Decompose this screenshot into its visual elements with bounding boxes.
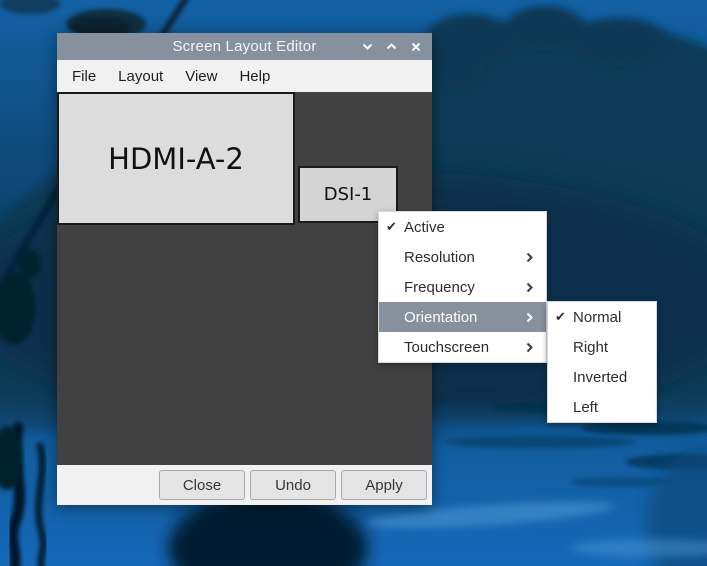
desktop: Screen Layout Editor File Layout View He… — [0, 0, 707, 566]
submenu-arrow-icon — [526, 342, 533, 353]
menu-file[interactable]: File — [61, 60, 107, 92]
orientation-submenu: ✔ Normal Right Inverted Left — [547, 301, 657, 423]
submenu-item-normal[interactable]: ✔ Normal — [548, 302, 656, 332]
check-icon: ✔ — [555, 310, 573, 325]
close-icon[interactable] — [408, 39, 423, 54]
menu-item-orientation[interactable]: Orientation — [379, 302, 546, 332]
minimize-icon[interactable] — [360, 39, 375, 54]
submenu-arrow-icon — [526, 282, 533, 293]
submenu-arrow-icon — [526, 252, 533, 263]
menu-help[interactable]: Help — [228, 60, 281, 92]
submenu-arrow-icon — [526, 312, 533, 323]
undo-button[interactable]: Undo — [250, 470, 336, 500]
submenu-item-inverted[interactable]: Inverted — [548, 362, 656, 392]
window-controls — [360, 33, 423, 60]
display-label: HDMI-A-2 — [108, 142, 244, 176]
menu-layout[interactable]: Layout — [107, 60, 174, 92]
menu-view[interactable]: View — [174, 60, 228, 92]
titlebar[interactable]: Screen Layout Editor — [57, 33, 432, 60]
apply-button[interactable]: Apply — [341, 470, 427, 500]
check-icon: ✔ — [386, 220, 404, 235]
display-label: DSI-1 — [324, 184, 373, 205]
button-bar: Close Undo Apply — [57, 465, 432, 505]
menubar: File Layout View Help — [57, 60, 432, 92]
maximize-icon[interactable] — [384, 39, 399, 54]
submenu-item-right[interactable]: Right — [548, 332, 656, 362]
screen-layout-editor-window: Screen Layout Editor File Layout View He… — [57, 33, 432, 505]
display-context-menu: ✔ Active Resolution Frequency Orientatio… — [378, 211, 547, 363]
submenu-item-left[interactable]: Left — [548, 392, 656, 422]
menu-item-touchscreen[interactable]: Touchscreen — [379, 332, 546, 362]
menu-item-resolution[interactable]: Resolution — [379, 242, 546, 272]
close-button[interactable]: Close — [159, 470, 245, 500]
menu-item-active[interactable]: ✔ Active — [379, 212, 546, 242]
layout-canvas[interactable]: HDMI-A-2 DSI-1 — [57, 92, 432, 465]
menu-item-frequency[interactable]: Frequency — [379, 272, 546, 302]
display-hdmi-a-2[interactable]: HDMI-A-2 — [57, 92, 295, 225]
window-title: Screen Layout Editor — [172, 38, 316, 55]
